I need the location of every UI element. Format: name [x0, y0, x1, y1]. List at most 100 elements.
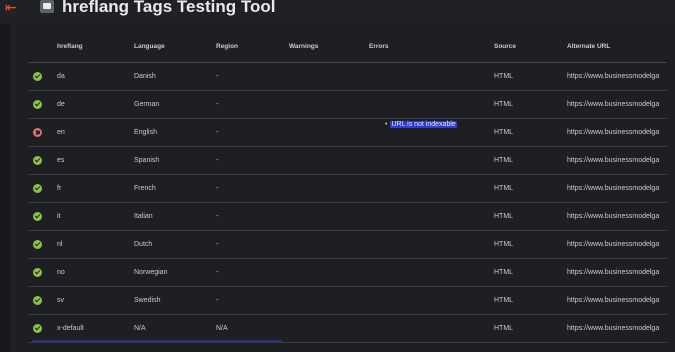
source-cell: HTML: [494, 118, 567, 147]
language-cell: Danish: [134, 62, 216, 91]
horizontal-scrollbar[interactable]: [32, 340, 282, 342]
hreflang-cell: nl: [57, 230, 134, 259]
table-row[interactable]: fr French - HTML https://www.businessmodelga: [28, 174, 667, 203]
check-circle-icon: [33, 240, 42, 249]
check-circle-icon: [33, 268, 42, 277]
warnings-cell: [289, 314, 369, 343]
source-cell: HTML: [494, 314, 567, 343]
region-cell: -: [216, 258, 289, 287]
error-list-item: URL is not indexable: [385, 121, 457, 128]
status-cell: [28, 62, 57, 91]
header-region[interactable]: Region: [216, 31, 289, 63]
table-row[interactable]: no Norwegian - HTML https://www.businessmode…: [28, 258, 667, 287]
source-cell: HTML: [494, 286, 567, 315]
warnings-cell: [289, 62, 369, 91]
alternate-url-link[interactable]: https://www.businessmodelga: [567, 118, 667, 147]
warnings-cell: [289, 90, 369, 119]
alternate-url-link[interactable]: https://www.businessmodelga: [567, 314, 667, 343]
hreflang-cell: en: [57, 118, 134, 147]
alternate-url-link[interactable]: https://www.businessmodelga: [567, 286, 667, 315]
table-header-row: hreflang Language Region Warnings Errors…: [28, 31, 667, 63]
errors-cell: [369, 174, 494, 203]
alternate-url-link[interactable]: https://www.businessmodelga: [567, 202, 667, 231]
header-language[interactable]: Language: [134, 31, 216, 63]
errors-cell: [369, 286, 494, 315]
region-cell: -: [216, 286, 289, 315]
warnings-cell: [289, 286, 369, 315]
language-cell: Italian: [134, 202, 216, 231]
check-circle-icon: [33, 212, 42, 221]
page-title: hreflang Tags Testing Tool: [62, 0, 276, 16]
hreflang-cell: fr: [57, 174, 134, 203]
alternate-url-link[interactable]: https://www.businessmodelga: [567, 90, 667, 119]
errors-cell: [369, 62, 494, 91]
check-circle-icon: [33, 296, 42, 305]
status-cell: [28, 174, 57, 203]
status-cell: [28, 90, 57, 119]
check-circle-icon: [33, 72, 42, 81]
language-cell: Swedish: [134, 286, 216, 315]
errors-cell: [369, 230, 494, 259]
region-cell: -: [216, 146, 289, 175]
region-cell: -: [216, 90, 289, 119]
table-row[interactable]: de German - HTML https://www.businessmodelga: [28, 90, 667, 119]
source-cell: HTML: [494, 146, 567, 175]
header-warnings[interactable]: Warnings: [289, 31, 369, 63]
source-cell: HTML: [494, 258, 567, 287]
results-table: hreflang Language Region Warnings Errors…: [28, 31, 667, 343]
status-cell: [28, 258, 57, 287]
region-cell: -: [216, 230, 289, 259]
hreflang-cell: da: [57, 62, 134, 91]
status-cell: [28, 286, 57, 315]
region-cell: -: [216, 202, 289, 231]
region-cell: -: [216, 174, 289, 203]
language-cell: English: [134, 118, 216, 147]
hreflang-cell: no: [57, 258, 134, 287]
error-circle-icon: [33, 128, 42, 137]
table-row[interactable]: es Spanish - HTML https://www.businessmodelg…: [28, 146, 667, 175]
header-hreflang[interactable]: hreflang: [57, 31, 134, 63]
back-arrow-icon[interactable]: ⇤: [5, 0, 21, 14]
language-cell: German: [134, 90, 216, 119]
source-cell: HTML: [494, 62, 567, 91]
error-message[interactable]: URL is not indexable: [390, 121, 457, 128]
warnings-cell: [289, 258, 369, 287]
check-circle-icon: [33, 184, 42, 193]
hreflang-cell: it: [57, 202, 134, 231]
alternate-url-link[interactable]: https://www.businessmodelga: [567, 258, 667, 287]
warnings-cell: [289, 146, 369, 175]
table-row[interactable]: enEnglish- URL is not indexable HTMLhttps:…: [28, 118, 667, 147]
region-cell: -: [216, 118, 289, 147]
table-row[interactable]: nl Dutch - HTML https://www.businessmodelga: [28, 230, 667, 259]
hreflang-cell: sv: [57, 286, 134, 315]
results-table-container: hreflang Language Region Warnings Errors…: [28, 31, 667, 343]
status-cell: [28, 118, 57, 147]
status-cell: [28, 146, 57, 175]
language-cell: Spanish: [134, 146, 216, 175]
region-cell: N/A: [216, 314, 289, 343]
header-source[interactable]: Source: [494, 31, 567, 63]
table-row[interactable]: it Italian - HTML https://www.businessmodelg…: [28, 202, 667, 231]
table-row[interactable]: x-default N/A N/A HTML https://www.businessm…: [28, 314, 667, 343]
header-alternate-url[interactable]: Alternate URL: [567, 31, 667, 63]
status-cell: [28, 230, 57, 259]
source-cell: HTML: [494, 174, 567, 203]
alternate-url-link[interactable]: https://www.businessmodelga: [567, 174, 667, 203]
errors-cell: [369, 314, 494, 343]
alternate-url-link[interactable]: https://www.businessmodelga: [567, 230, 667, 259]
top-bar: ⇤ hreflang Tags Testing Tool: [0, 0, 675, 24]
header-errors[interactable]: Errors: [369, 31, 494, 63]
table-row[interactable]: da Danish - HTML https://www.businessmodelga: [28, 62, 667, 91]
source-cell: HTML: [494, 90, 567, 119]
errors-cell: [369, 202, 494, 231]
errors-cell: [369, 90, 494, 119]
alternate-url-link[interactable]: https://www.businessmodelga: [567, 146, 667, 175]
table-row[interactable]: sv Swedish - HTML https://www.businessmodelg…: [28, 286, 667, 315]
check-circle-icon: [33, 324, 42, 333]
language-cell: N/A: [134, 314, 216, 343]
source-cell: HTML: [494, 230, 567, 259]
alternate-url-link[interactable]: https://www.businessmodelga: [567, 62, 667, 91]
language-cell: French: [134, 174, 216, 203]
check-circle-icon: [33, 156, 42, 165]
hreflang-cell: x-default: [57, 314, 134, 343]
